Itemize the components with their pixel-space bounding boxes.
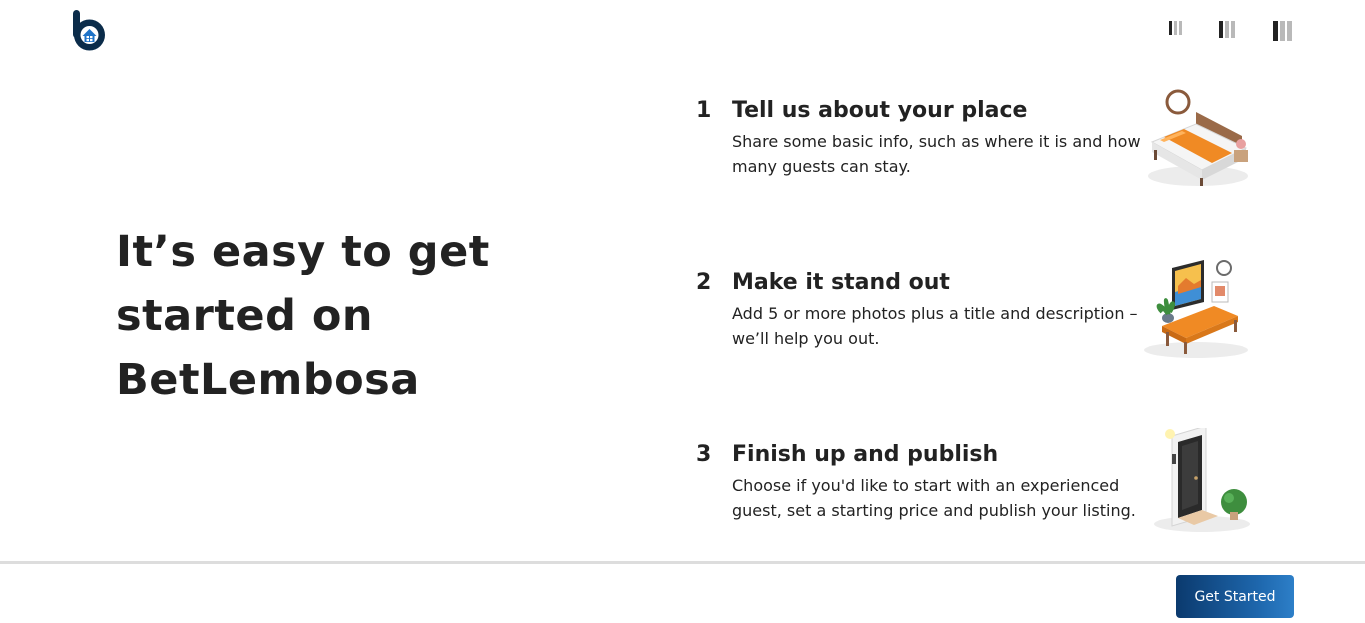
- bar-segment: [1287, 21, 1292, 41]
- step-title: Finish up and publish: [732, 442, 999, 467]
- footer-divider: [0, 561, 1365, 564]
- bar-segment: [1179, 21, 1182, 35]
- bar-segment: [1174, 21, 1177, 35]
- step-number: 2: [696, 270, 712, 295]
- step-description: Add 5 or more photos plus a title and de…: [732, 304, 1138, 348]
- bar-segment: [1231, 21, 1235, 38]
- step-description: Choose if you'd like to start with an ex…: [732, 476, 1136, 520]
- step-item: 1 Tell us about your place Share some ba…: [696, 89, 1266, 218]
- bars-small-icon: [1169, 21, 1182, 35]
- front-door-illustration-icon: [1138, 425, 1258, 538]
- bar-segment: [1225, 21, 1229, 38]
- step-title: Tell us about your place: [732, 98, 1028, 123]
- step-item: 2 Make it stand out Add 5 or more photos…: [696, 260, 1266, 390]
- step-item: 3 Finish up and publish Choose if you'd …: [696, 425, 1266, 562]
- get-started-button[interactable]: Get Started: [1176, 575, 1294, 618]
- bar-segment: [1280, 21, 1285, 41]
- bar-segment: [1273, 21, 1278, 41]
- hero-title: It’s easy to get started on BetLembosa: [116, 227, 490, 405]
- brand-logo-icon[interactable]: [72, 9, 108, 53]
- step-description: Share some basic info, such as where it …: [732, 132, 1141, 176]
- bars-large-icon: [1273, 21, 1292, 41]
- step-title: Make it stand out: [732, 270, 950, 295]
- step-number: 1: [696, 98, 712, 123]
- step-number: 3: [696, 442, 712, 467]
- bar-segment: [1169, 21, 1172, 35]
- bars-medium-icon: [1219, 21, 1235, 38]
- living-room-illustration-icon: [1138, 256, 1258, 366]
- bed-illustration-icon: [1138, 84, 1258, 194]
- bar-segment: [1219, 21, 1223, 38]
